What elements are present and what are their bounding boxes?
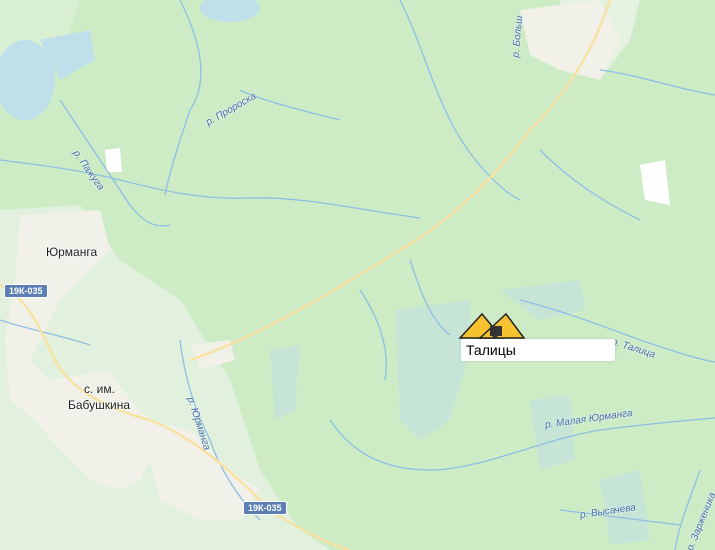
clearing-area [270,345,300,420]
river-line [599,69,715,96]
place-label-babushkina-line2[interactable]: Бабушкина [68,398,130,412]
place-marker-label[interactable]: Талицы [461,339,615,361]
road-badge: 19К-035 [4,284,48,298]
river-line [164,0,202,196]
lake [200,0,260,22]
river-line [359,289,387,381]
clearing-area [530,395,575,470]
place-label-yurmanga[interactable]: Юрманга [46,245,97,259]
map-view[interactable]: Юрманга с. им. Бабушкина р. Пророска р. … [0,0,715,550]
clearing-area [395,300,470,440]
river-line [399,0,521,201]
river-line [539,149,641,221]
village-area [105,148,122,172]
place-label-babushkina-line1[interactable]: с. им. [84,382,115,396]
village-area [640,160,670,205]
clearing-area [500,280,585,320]
river-line [329,417,715,471]
road-badge: 19К-035 [243,501,287,515]
map-base-layer [0,0,715,550]
marker-label-text: Талицы [466,342,516,358]
